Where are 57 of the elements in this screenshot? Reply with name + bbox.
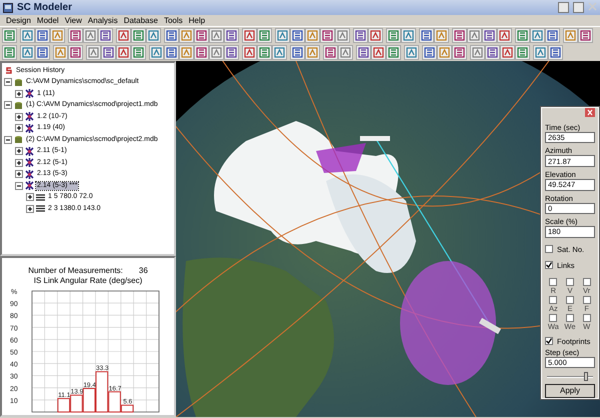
maximize-button[interactable]	[573, 2, 584, 13]
menu-item[interactable]: Model	[34, 16, 62, 26]
checkbox[interactable]	[582, 314, 591, 322]
satellite-icon	[25, 124, 34, 133]
checkbox[interactable]	[566, 314, 574, 322]
close-icon[interactable]	[585, 108, 595, 117]
satellite-icon	[360, 136, 390, 141]
expand-toggle[interactable]	[26, 193, 34, 202]
database-icon	[14, 78, 23, 87]
menu-item[interactable]: Design	[3, 16, 34, 26]
checkbox[interactable]	[545, 245, 553, 254]
checkbox[interactable]	[549, 296, 558, 304]
checkbox[interactable]	[566, 278, 574, 286]
expand-toggle[interactable]	[4, 101, 12, 110]
satellite-icon	[25, 181, 34, 190]
slider-thumb[interactable]	[584, 372, 588, 382]
expand-toggle[interactable]	[15, 112, 23, 121]
satellite-icon	[25, 170, 34, 179]
checkbox[interactable]	[549, 314, 558, 322]
checkbox[interactable]	[549, 278, 558, 286]
expand-toggle[interactable]	[26, 204, 34, 213]
satellite-icon	[25, 146, 34, 156]
expand-toggle[interactable]	[15, 90, 23, 98]
menu-item[interactable]: Help	[186, 16, 208, 26]
expand-toggle[interactable]	[4, 136, 12, 144]
satellite-icon	[25, 89, 34, 98]
expand-toggle[interactable]	[4, 78, 12, 86]
expand-toggle[interactable]	[15, 170, 23, 178]
menu-item[interactable]: Database	[120, 16, 161, 26]
link-icon	[36, 192, 45, 202]
checkbox[interactable]	[566, 296, 574, 304]
session-icon	[4, 66, 13, 76]
minimize-button[interactable]	[558, 2, 569, 13]
satellite-icon	[25, 158, 34, 168]
app-icon	[3, 2, 13, 12]
database-icon	[14, 135, 23, 144]
checkbox[interactable]	[545, 337, 553, 346]
histogram-bar	[57, 398, 70, 413]
measurements-count: 36	[138, 266, 148, 276]
checkbox[interactable]	[582, 296, 591, 304]
checkbox[interactable]	[582, 278, 591, 286]
menu-item[interactable]: Analysis	[84, 16, 121, 26]
menu-item[interactable]: View	[62, 16, 85, 26]
expand-toggle[interactable]	[15, 124, 23, 132]
window-title: SC Modeler	[17, 2, 72, 14]
satellite-icon	[25, 112, 34, 122]
measurements-label: Number of Measurements:	[28, 266, 123, 276]
checkbox[interactable]	[545, 261, 553, 270]
expand-toggle[interactable]	[15, 147, 23, 156]
histogram-bar	[70, 394, 83, 413]
link-icon	[36, 204, 45, 214]
expand-toggle[interactable]	[15, 182, 23, 190]
chart-title: IS Link Angular Rate (deg/sec)	[34, 276, 142, 286]
database-icon	[14, 100, 23, 110]
apply-button[interactable]: Apply	[545, 384, 595, 398]
menu-item[interactable]: Tools	[160, 16, 186, 26]
expand-toggle[interactable]	[15, 158, 23, 167]
